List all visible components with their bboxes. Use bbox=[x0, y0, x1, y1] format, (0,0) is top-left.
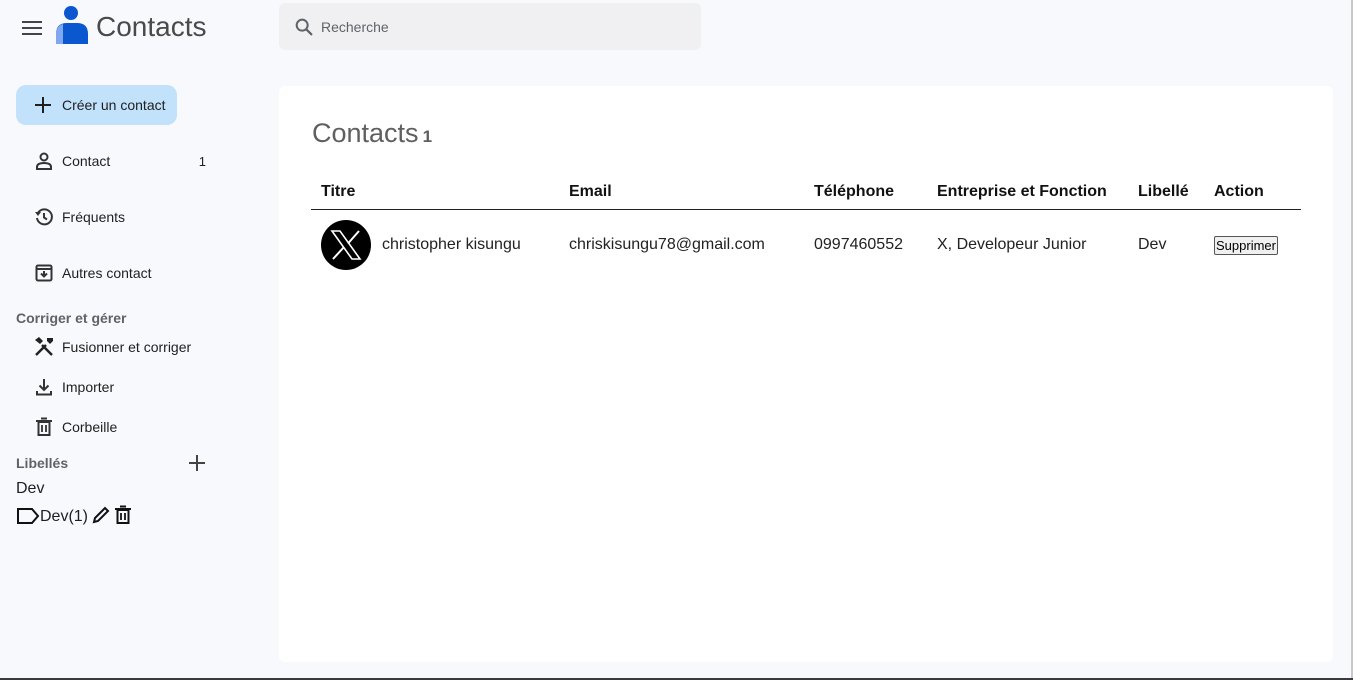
cell-name: christopher kisungu bbox=[311, 209, 559, 281]
sidebar-item-trash[interactable]: Corbeille bbox=[32, 415, 206, 439]
history-icon bbox=[32, 205, 56, 229]
delete-label-button[interactable] bbox=[112, 504, 134, 526]
edit-label-button[interactable] bbox=[90, 504, 112, 526]
x-logo-icon bbox=[330, 230, 362, 261]
sidebar-item-label: Contact bbox=[62, 153, 111, 169]
contacts-table: Titre Email Téléphone Entreprise et Fonc… bbox=[311, 176, 1301, 281]
search-input[interactable] bbox=[321, 18, 681, 35]
column-header-telephone: Téléphone bbox=[804, 176, 927, 210]
table-row[interactable]: christopher kisungu chriskisungu78@gmail… bbox=[311, 209, 1301, 281]
column-header-entreprise: Entreprise et Fonction bbox=[927, 176, 1128, 210]
column-header-libelle: Libellé bbox=[1128, 176, 1204, 210]
download-icon bbox=[32, 375, 56, 399]
cell-phone: 0997460552 bbox=[814, 236, 903, 254]
column-header-titre: Titre bbox=[311, 176, 559, 210]
cell-action: Supprimer bbox=[1204, 209, 1301, 281]
person-icon bbox=[32, 149, 56, 173]
manage-section-title: Corriger et gérer bbox=[16, 310, 127, 326]
column-header-action: Action bbox=[1204, 176, 1301, 210]
sidebar-item-contact[interactable]: Contact 1 bbox=[32, 149, 206, 173]
app-title: Contacts bbox=[96, 11, 207, 42]
sidebar-item-label: Fusionner et corriger bbox=[62, 339, 192, 355]
sidebar-item-label: Importer bbox=[62, 379, 115, 395]
label-item-text: Dev(1) bbox=[40, 508, 89, 525]
sidebar-item-label: Fréquents bbox=[62, 209, 126, 225]
sidebar-item-label: Corbeille bbox=[62, 419, 118, 435]
sidebar-item-frequents[interactable]: Fréquents bbox=[32, 205, 206, 229]
cell-company: X, Developeur Junior bbox=[937, 236, 1087, 254]
plus-icon bbox=[189, 455, 205, 471]
labels-section-title: Libellés bbox=[16, 455, 69, 471]
menu-button[interactable] bbox=[20, 16, 44, 40]
search-bar[interactable] bbox=[279, 3, 701, 50]
contacts-count: 1 bbox=[422, 127, 433, 146]
label-name: Dev bbox=[16, 480, 45, 497]
plus-icon bbox=[35, 97, 51, 113]
create-contact-label: Créer un contact bbox=[62, 97, 166, 113]
sidebar-item-autres-contact[interactable]: Autres contact bbox=[32, 261, 206, 285]
label-tag-icon bbox=[17, 508, 40, 524]
add-label-button[interactable] bbox=[186, 452, 208, 474]
label-item-dev[interactable]: Dev(1) bbox=[16, 500, 134, 526]
contact-name: christopher kisungu bbox=[382, 236, 521, 254]
contact-count: 1 bbox=[198, 153, 206, 169]
tools-icon bbox=[32, 335, 56, 359]
table-header-row: Titre Email Téléphone Entreprise et Fonc… bbox=[311, 176, 1301, 210]
search-icon bbox=[295, 18, 313, 35]
trash-icon bbox=[32, 415, 56, 439]
page-title: Contacts 1 bbox=[312, 118, 432, 149]
delete-contact-button[interactable]: Supprimer bbox=[1214, 235, 1278, 255]
column-header-email: Email bbox=[559, 176, 804, 210]
pencil-icon bbox=[92, 506, 110, 524]
page-title-text: Contacts bbox=[312, 118, 419, 148]
sidebar-item-import[interactable]: Importer bbox=[32, 375, 206, 399]
cell-email: chriskisungu78@gmail.com bbox=[569, 236, 765, 254]
hamburger-icon bbox=[22, 21, 42, 35]
sidebar-item-merge[interactable]: Fusionner et corriger bbox=[32, 335, 206, 359]
contacts-logo-icon bbox=[54, 4, 90, 44]
sidebar-item-label: Autres contact bbox=[62, 265, 152, 281]
avatar bbox=[321, 220, 371, 271]
create-contact-button[interactable]: Créer un contact bbox=[16, 85, 177, 125]
trash-icon bbox=[115, 505, 132, 524]
archive-download-icon bbox=[32, 261, 56, 285]
cell-label: Dev bbox=[1138, 236, 1167, 254]
contacts-card: Contacts 1 Titre Email Téléphone Entrepri… bbox=[279, 86, 1333, 662]
